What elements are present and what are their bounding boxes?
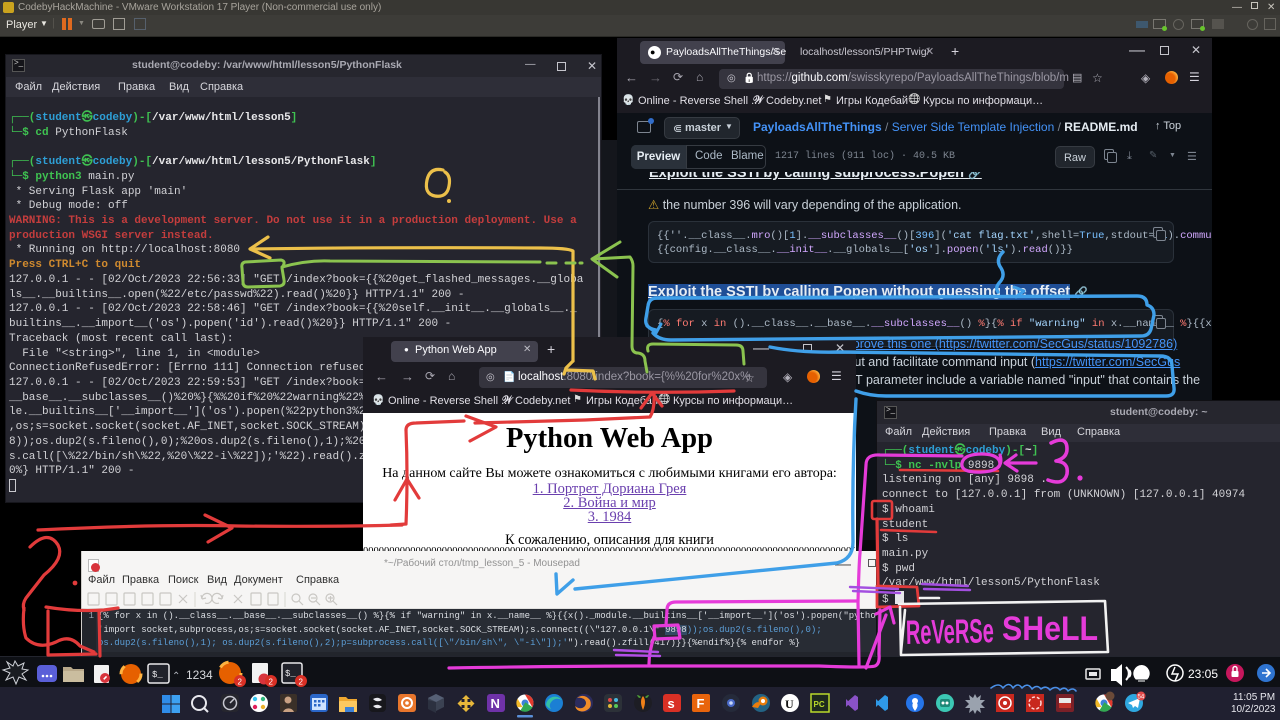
svg-text:s: s bbox=[668, 696, 675, 711]
svg-text:2: 2 bbox=[269, 678, 274, 687]
svg-text:1234: 1234 bbox=[186, 668, 213, 682]
svg-text:U: U bbox=[785, 697, 794, 711]
svg-text:$_: $_ bbox=[285, 669, 296, 679]
svg-text:N: N bbox=[491, 696, 500, 711]
svg-text:⌃: ⌃ bbox=[172, 671, 180, 682]
svg-text:11:05 PM: 11:05 PM bbox=[1233, 692, 1275, 703]
svg-text:PC: PC bbox=[814, 700, 825, 709]
svg-text:10/2/2023: 10/2/2023 bbox=[1231, 704, 1276, 715]
svg-text:$_: $_ bbox=[152, 670, 163, 680]
svg-text:F: F bbox=[697, 696, 705, 711]
svg-text:2: 2 bbox=[238, 678, 243, 687]
svg-text:54: 54 bbox=[1138, 695, 1145, 701]
svg-text:2: 2 bbox=[299, 678, 304, 687]
svg-text:23:05: 23:05 bbox=[1188, 667, 1218, 681]
